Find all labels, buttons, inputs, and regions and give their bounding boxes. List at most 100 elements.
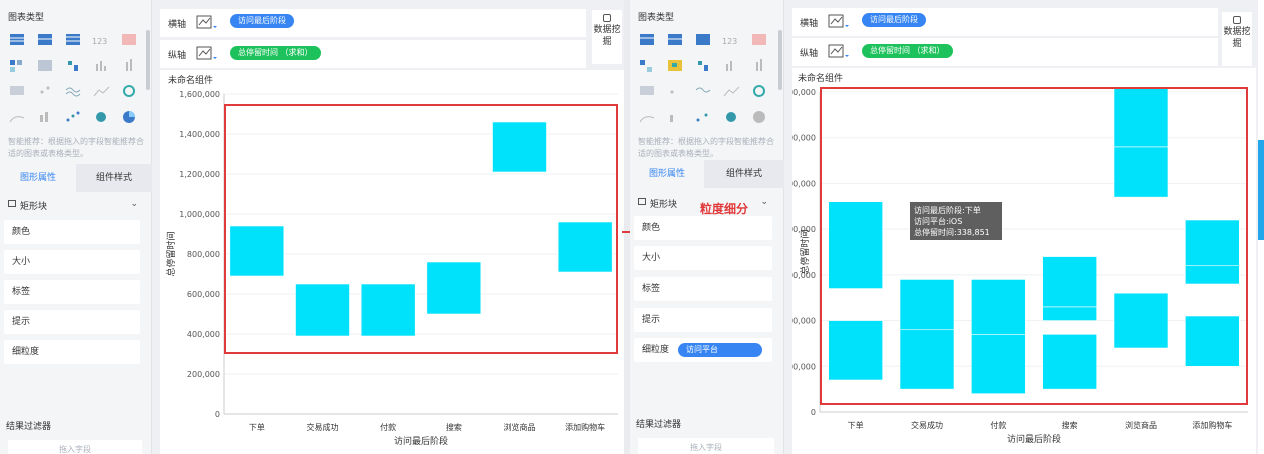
y-axis-chart-icon[interactable] [196,46,218,62]
x-axis-title: 访问最后阶段 [1007,433,1061,445]
y-axis-label: 纵轴 [800,49,819,59]
prop-granularity[interactable]: 细粒度 访问平台 [634,338,772,362]
chart-type-sidebar-right: 图表类型 123 智能推荐：根据拖入的字段智能推荐合适的图表或表格类型。 图形属… [630,0,784,454]
data-mining-label: 数据挖掘 [593,25,621,47]
edge-strip [1258,0,1264,454]
chart-title: 未命名组件 [168,76,214,86]
scatter-icon [696,113,708,122]
table-icon [10,34,24,45]
prop-granularity[interactable]: 细粒度 [4,340,140,364]
data-mining-button[interactable]: 数据挖掘 [592,10,622,64]
bar-icon [96,61,106,71]
prop-label[interactable]: 标签 [4,280,140,304]
y-tick-label: 800,000 [187,250,220,259]
y-tick-label: 1,000,000 [179,210,220,219]
tooltip-line-stage: 访问最后阶段:下单 [914,206,981,215]
x-tick-label: 交易成功 [911,420,943,430]
area-icon [9,116,25,123]
tooltip-line-platform: 访问平台:iOS [914,217,963,226]
heat-table-icon [122,34,136,45]
property-tabs: 图形属性 组件样式 [0,164,152,192]
x-tick-label: 下单 [848,420,864,430]
x-axis-chart-icon[interactable] [196,15,218,31]
smart-hint: 智能推荐：根据拖入的字段智能推荐合适的图表或表格类型。 [638,137,774,158]
chart-type-icons[interactable]: 123 [636,30,772,130]
y-field-pill[interactable]: 总停留时间 （求和） [230,46,321,60]
y-axis-row: 纵轴 总停留时间 （求和） [792,38,1218,66]
prop-label[interactable]: 标签 [634,277,772,301]
tooltip-line-time: 总停留时间:338,851 [914,228,990,237]
chevron-down-icon: ⌄ [760,197,768,207]
x-tick-label: 付款 [990,420,1006,430]
dots-icon [40,86,50,94]
bar-icon [726,61,732,71]
app-root: 图表类型 123 智能推荐：根据拖入的字段智能推荐合适的图表或表格类型。 图形属… [0,0,1264,454]
prop-size[interactable]: 大小 [634,246,772,270]
x-axis-title: 访问最后阶段 [394,435,448,447]
prop-size[interactable]: 大小 [4,250,140,274]
gear-chart-icon [753,85,765,97]
sidebar-title: 图表类型 [8,13,45,23]
drag-field-placeholder[interactable]: 拖入字段 [8,440,142,454]
x-axis-chart-icon[interactable] [828,14,850,30]
data-mining-button[interactable]: 数据挖掘 [1222,12,1252,66]
y-axis-title: 总停留时间 [165,231,177,276]
pie-icon [753,111,765,123]
y-tick-label: 600,000 [187,290,220,299]
y-tick-label: 400,000 [187,330,220,339]
highlight-box-left [224,104,618,354]
shape-select-value: 矩形块 [20,202,48,212]
kpi-icon: 123 [722,37,737,46]
tab-graph-properties[interactable]: 图形属性 [630,160,704,188]
prop-granularity-label: 细粒度 [642,345,670,355]
bubble-icon [96,112,106,122]
granularity-field-pill[interactable]: 访问平台 [678,343,762,357]
y-tick-label: 500,000 [792,179,816,188]
scatter-grid-icon [10,60,22,72]
grid-icon [640,86,654,95]
x-field-pill[interactable]: 访问最后阶段 [862,13,926,27]
prop-tooltip[interactable]: 提示 [634,308,772,332]
stack-bar-icon [40,112,48,122]
prop-color[interactable]: 颜色 [634,216,772,240]
y-field-pill[interactable]: 总停留时间 （求和） [862,44,953,58]
y-tick-label: 700,000 [792,88,816,97]
y-axis-chart-icon[interactable] [828,44,850,60]
x-tick-label: 交易成功 [307,422,339,432]
shape-select[interactable]: 矩形块 ⌄ [4,196,144,214]
grid-icon [10,86,24,95]
tab-graph-properties[interactable]: 图形属性 [0,164,76,192]
y-tick-label: 100,000 [792,362,816,371]
left-panel: 图表类型 123 智能推荐：根据拖入的字段智能推荐合适的图表或表格类型。 图形属… [0,0,624,454]
dots-icon [670,90,674,94]
prop-tooltip[interactable]: 提示 [4,310,140,334]
column-icon [126,59,132,71]
x-tick-label: 下单 [249,422,265,432]
x-tick-label: 浏览商品 [1125,420,1157,430]
y-tick-label: 1,600,000 [179,90,220,99]
line-icon [723,86,740,97]
x-tick-label: 浏览商品 [504,422,536,432]
chart-type-icons[interactable]: 123 [6,30,142,130]
chart-canvas-left: 未命名组件 0 200,000 400,000 600,000 800,000 1,000… [160,70,624,454]
x-tick-label: 搜索 [1062,420,1078,430]
rect-shape-icon [8,200,16,207]
prop-color[interactable]: 颜色 [4,220,140,244]
pixel-icon [68,61,78,71]
tab-component-style[interactable]: 组件样式 [76,164,152,192]
svg-text:123: 123 [722,37,737,46]
drag-field-placeholder[interactable]: 拖入字段 [638,438,774,454]
wave-icon [65,87,81,97]
property-tabs: 图形属性 组件样式 [630,160,784,188]
cross-table-icon [668,34,682,45]
x-axis-row: 横轴 访问最后阶段 [792,8,1218,36]
x-field-pill[interactable]: 访问最后阶段 [230,14,294,28]
sidebar-scrollbar[interactable] [778,30,782,90]
sidebar-title: 图表类型 [638,13,675,23]
x-tick-label: 添加购物车 [565,422,605,432]
y-tick-label: 200,000 [187,370,220,379]
data-mining-icon [1233,16,1241,24]
sidebar-scrollbar[interactable] [146,30,150,90]
tab-component-style[interactable]: 组件样式 [704,160,784,188]
scatter-icon [66,111,80,122]
